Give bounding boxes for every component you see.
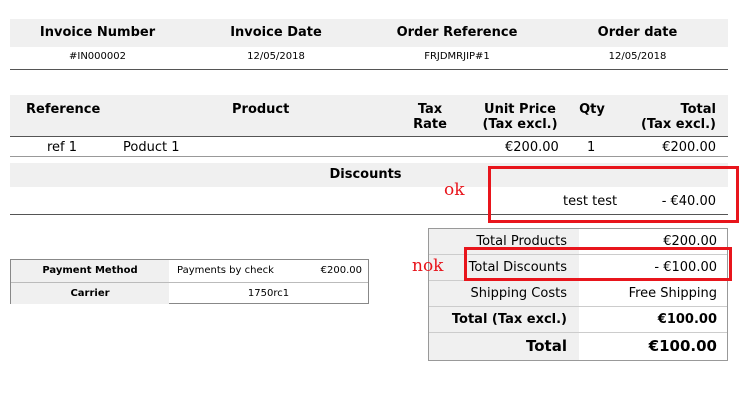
payment-table: Payment Method Payments by check €200.00… — [10, 259, 369, 304]
grand-total-value: €100.00 — [648, 337, 717, 355]
carrier-label: Carrier — [11, 283, 169, 304]
header-invoice-number: Invoice Number — [39, 25, 156, 40]
col-reference: Reference — [26, 102, 101, 117]
row-reference: ref 1 — [47, 140, 78, 155]
total-tax-excl-row: Total (Tax excl.) €100.00 — [429, 307, 727, 333]
highlight-box-total-discounts — [464, 247, 732, 281]
table-row: ref 1 Poduct 1 €200.00 1 €200.00 — [10, 137, 728, 157]
invoice-header-table: Invoice Number Invoice Date Order Refere… — [10, 19, 728, 70]
invoice-date-value: 12/05/2018 — [247, 51, 305, 62]
payment-method-value: Payments by check — [177, 265, 274, 276]
carrier-value: 1750rc1 — [247, 288, 290, 299]
annotation-nok: nok — [412, 256, 444, 276]
header-order-reference: Order Reference — [396, 25, 518, 40]
total-tax-excl-value: €100.00 — [657, 312, 717, 327]
payment-method-amount: €200.00 — [320, 265, 362, 276]
row-total: €200.00 — [662, 140, 716, 155]
highlight-box-discount — [488, 166, 739, 223]
col-product: Product — [232, 102, 290, 117]
grand-total-row: Total €100.00 — [429, 333, 727, 360]
row-product: Poduct 1 — [123, 140, 180, 155]
grand-total-label: Total — [526, 337, 567, 355]
total-tax-excl-label: Total (Tax excl.) — [451, 312, 567, 327]
col-tax-rate: Tax Rate — [413, 102, 447, 132]
product-table-header: Reference Product Tax Rate Unit Price (T… — [10, 95, 728, 137]
shipping-row: Shipping Costs Free Shipping — [429, 281, 727, 307]
col-total: Total (Tax excl.) — [640, 102, 716, 132]
header-invoice-date: Invoice Date — [230, 25, 322, 40]
col-qty: Qty — [579, 102, 605, 117]
shipping-label: Shipping Costs — [470, 286, 567, 301]
shipping-value: Free Shipping — [628, 286, 717, 301]
order-date-value: 12/05/2018 — [608, 51, 667, 62]
header-order-date: Order date — [597, 25, 678, 40]
col-unit-price: Unit Price (Tax excl.) — [482, 102, 558, 132]
annotation-ok: ok — [444, 180, 465, 200]
row-qty: 1 — [587, 140, 596, 155]
row-unit-price: €200.00 — [505, 140, 559, 155]
invoice-number-value: #IN000002 — [69, 51, 126, 62]
order-reference-value: FRJDMRJIP#1 — [424, 51, 490, 62]
payment-method-label: Payment Method — [11, 260, 169, 282]
